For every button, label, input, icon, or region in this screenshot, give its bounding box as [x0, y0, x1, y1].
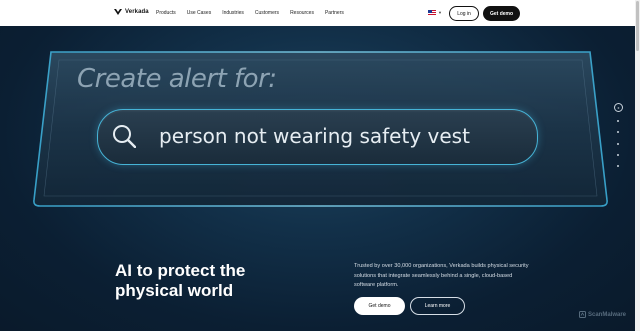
learn-more-button[interactable]: Learn more — [410, 297, 465, 315]
headline-line-2: physical world — [115, 281, 234, 300]
pause-icon: II — [617, 105, 620, 110]
main-nav: Products Use Cases Industries Customers … — [156, 10, 355, 16]
scanmalware-watermark: ScanMalware — [579, 311, 626, 318]
pager-dot[interactable] — [617, 154, 619, 156]
verkada-logo-icon — [114, 9, 122, 15]
alert-search-query: person not wearing safety vest — [159, 124, 470, 148]
language-selector[interactable]: ▼ — [428, 10, 442, 15]
headline-line-1: AI to protect the — [115, 261, 246, 280]
hero-headline: AI to protect the physical world — [115, 261, 315, 301]
site-header: Verkada Products Use Cases Industries Cu… — [0, 0, 635, 26]
nav-industries[interactable]: Industries — [222, 10, 244, 16]
nav-use-cases[interactable]: Use Cases — [187, 10, 211, 16]
pager-dot[interactable] — [617, 143, 619, 145]
pager-dot[interactable] — [617, 131, 619, 133]
nav-products[interactable]: Products — [156, 10, 176, 16]
verkada-logo[interactable]: Verkada — [114, 9, 149, 15]
search-icon — [113, 125, 136, 148]
login-button[interactable]: Log in — [449, 6, 479, 21]
scrollbar-thumb[interactable] — [636, 1, 639, 51]
pager-dot[interactable] — [617, 120, 619, 122]
nav-resources[interactable]: Resources — [290, 10, 314, 16]
page-scrollbar[interactable] — [635, 0, 640, 331]
pager-pause-button[interactable]: II — [614, 103, 623, 112]
get-demo-button-header[interactable]: Get demo — [483, 6, 520, 21]
get-demo-button-hero[interactable]: Get demo — [354, 297, 405, 315]
scanmalware-logo-icon — [579, 311, 586, 318]
us-flag-icon — [428, 10, 436, 15]
alert-title: Create alert for: — [77, 64, 277, 94]
pager-dot[interactable] — [617, 165, 619, 167]
hero-description: Trusted by over 30,000 organizations, Ve… — [354, 263, 529, 288]
watermark-text: ScanMalware — [588, 311, 627, 318]
chevron-down-icon: ▼ — [438, 10, 442, 15]
logo-text: Verkada — [125, 9, 149, 15]
nav-customers[interactable]: Customers — [255, 10, 279, 16]
nav-partners[interactable]: Partners — [325, 10, 344, 16]
